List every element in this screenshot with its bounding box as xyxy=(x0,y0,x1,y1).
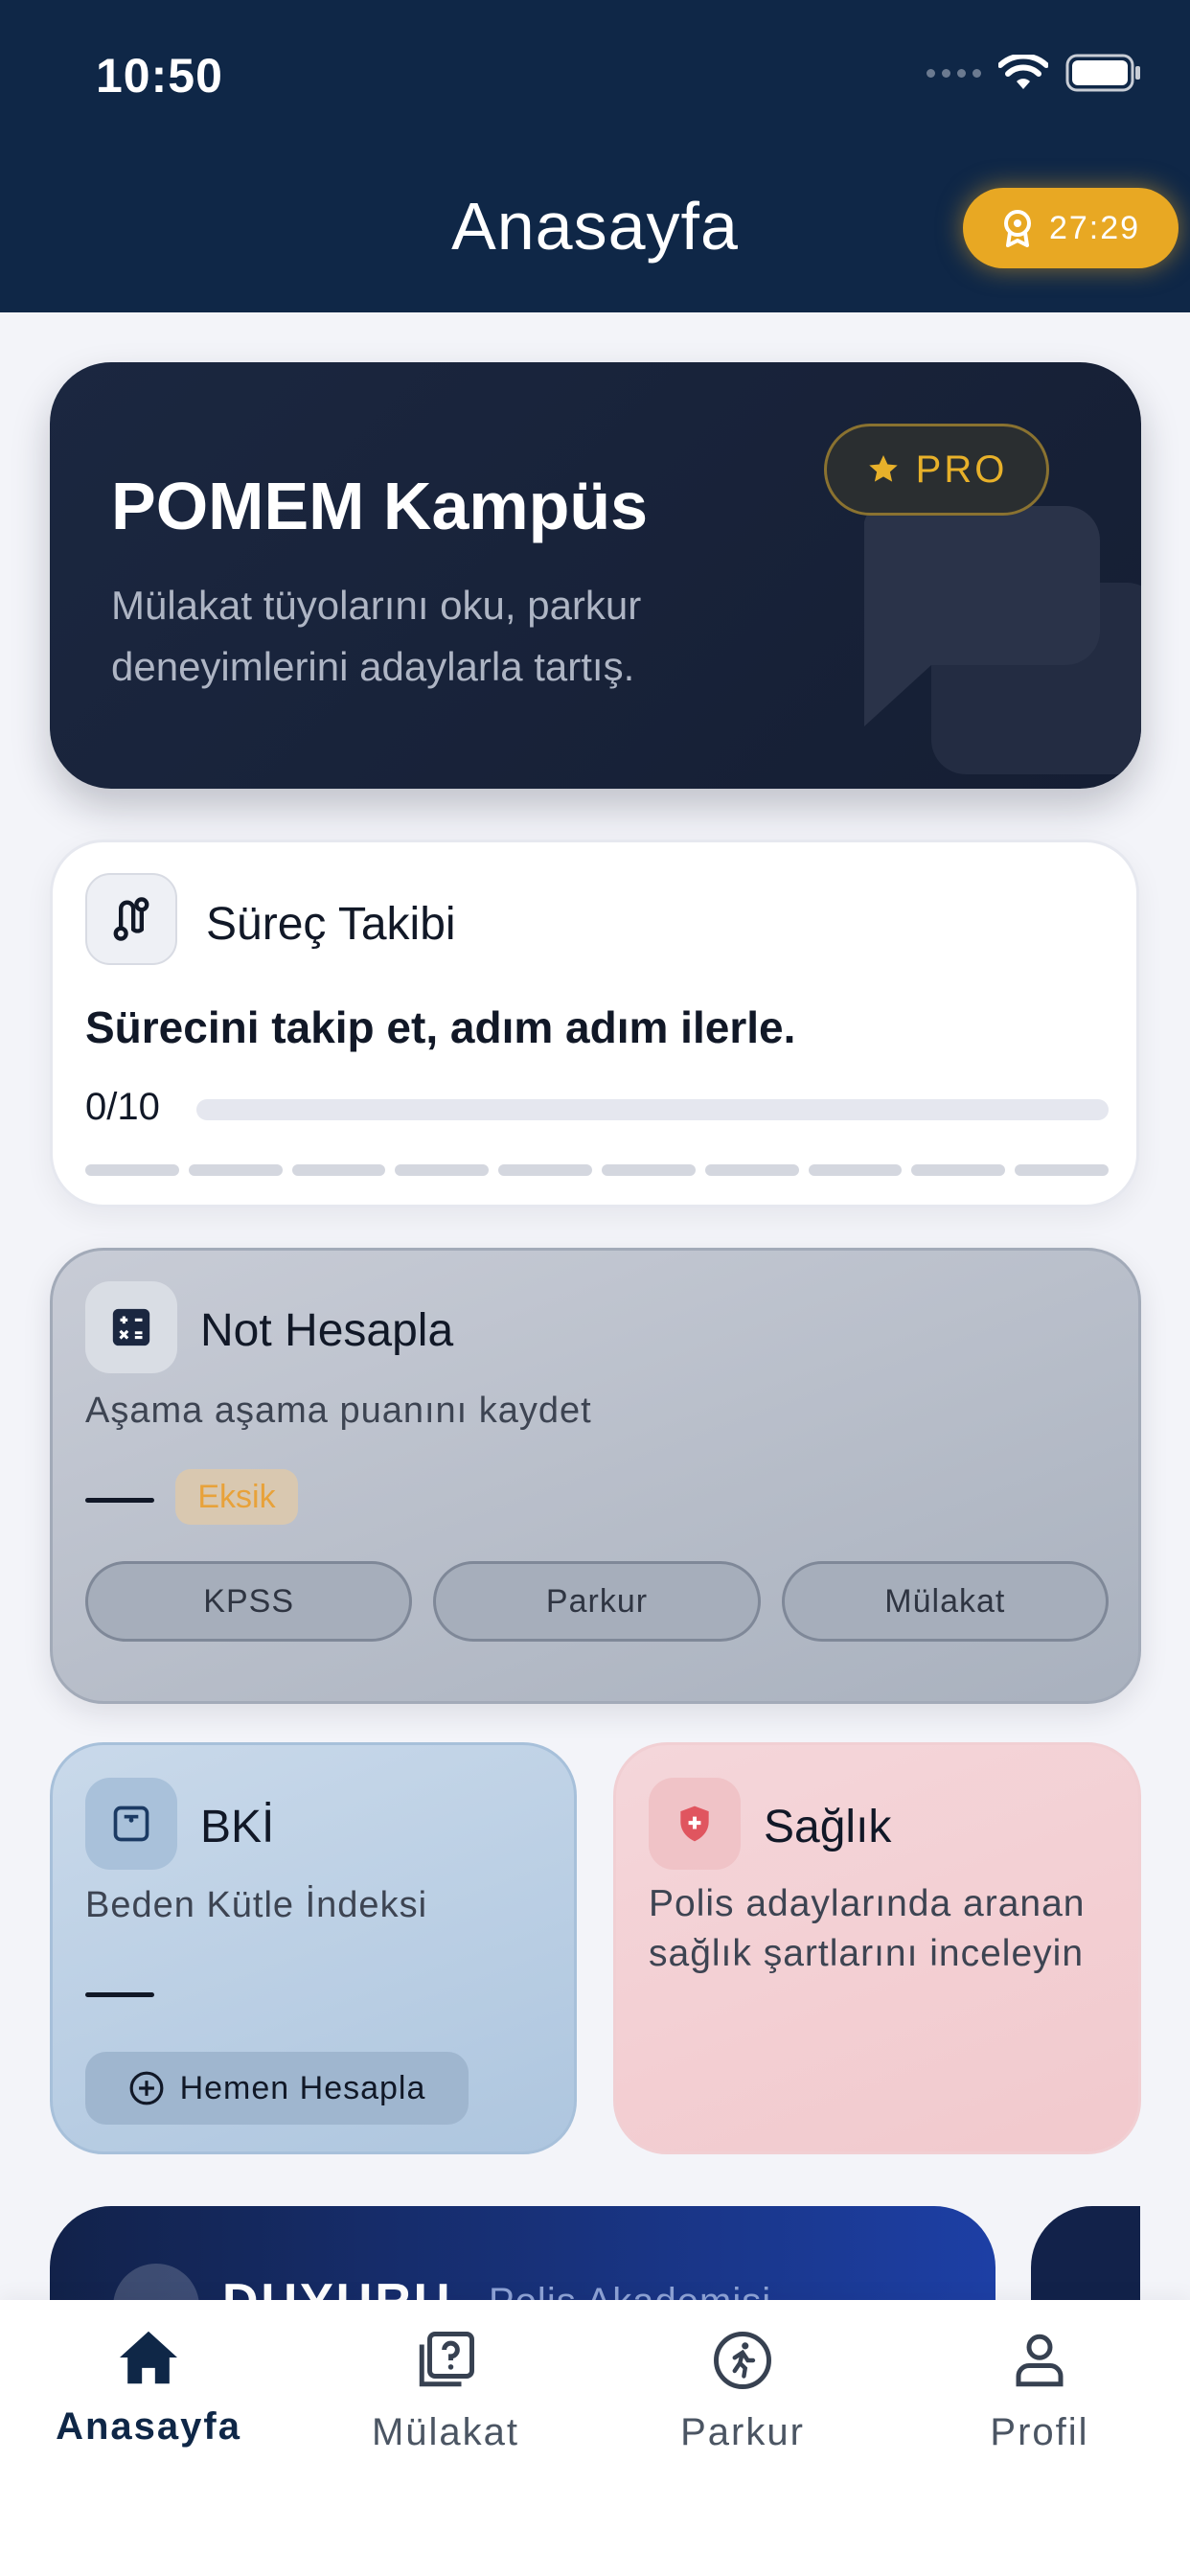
process-count: 0/10 xyxy=(85,1086,160,1128)
process-progress-bar xyxy=(196,1099,1109,1120)
timer-text: 27:29 xyxy=(1048,209,1141,246)
process-step-segment xyxy=(188,1164,283,1176)
health-card[interactable]: Sağlık Polis adaylarında aranan sağlık ş… xyxy=(613,1742,1141,2154)
bmi-title: BKİ xyxy=(200,1802,275,1852)
bmi-subtitle: Beden Kütle İndeksi xyxy=(85,1885,428,1925)
process-step-segment xyxy=(498,1164,592,1176)
pill-kpss[interactable]: KPSS xyxy=(85,1561,413,1642)
grade-subtitle: Aşama aşama puanını kaydet xyxy=(85,1391,592,1431)
process-title: Süreç Takibi xyxy=(206,899,456,950)
tab-label: Mülakat xyxy=(371,2411,520,2453)
status-badge: Eksik xyxy=(175,1469,298,1525)
tab-anasayfa[interactable]: Anasayfa xyxy=(0,2329,297,2449)
process-subtitle: Sürecini takip et, adım adım ilerle. xyxy=(85,1002,796,1052)
bottom-tab-bar: Anasayfa Mülakat Parkur Profil xyxy=(0,2300,1190,2576)
status-time: 10:50 xyxy=(96,49,223,103)
process-step-segment xyxy=(808,1164,903,1176)
award-icon xyxy=(1003,210,1031,247)
home-icon xyxy=(120,2331,177,2384)
pro-label: PRO xyxy=(915,448,1008,491)
calculate-now-label: Hemen Hesapla xyxy=(179,2069,426,2106)
process-step-segment xyxy=(704,1164,799,1176)
bmi-card[interactable]: BKİ Beden Kütle İndeksi Hemen Hesapla xyxy=(50,1742,577,2154)
process-step-segment xyxy=(85,1164,179,1176)
bmi-value-placeholder xyxy=(85,1992,154,1997)
tab-label: Anasayfa xyxy=(56,2405,241,2448)
shield-icon xyxy=(649,1778,741,1870)
grade-stage-pills: KPSS Parkur Mülakat xyxy=(85,1561,1109,1642)
tab-mulakat[interactable]: Mülakat xyxy=(297,2329,594,2454)
grade-value-placeholder xyxy=(85,1498,154,1503)
pill-mulakat[interactable]: Mülakat xyxy=(781,1561,1109,1642)
chat-bubbles-icon xyxy=(864,506,1141,774)
process-tracking-card[interactable]: Süreç Takibi Sürecini takip et, adım adı… xyxy=(50,840,1139,1208)
question-cards-icon xyxy=(419,2332,474,2387)
running-icon xyxy=(714,2332,771,2389)
campus-hero-card[interactable]: POMEM Kampüs Mülakat tüyolarını oku, par… xyxy=(50,362,1141,789)
process-step-segment xyxy=(291,1164,386,1176)
wifi-icon xyxy=(998,55,1048,89)
timer-badge[interactable]: 27:29 xyxy=(963,188,1179,268)
hero-title: POMEM Kampüs xyxy=(111,469,649,543)
tab-label: Parkur xyxy=(680,2411,805,2453)
grade-calculator-card[interactable]: Not Hesapla Aşama aşama puanını kaydet E… xyxy=(50,1248,1141,1704)
pill-parkur[interactable]: Parkur xyxy=(433,1561,761,1642)
plus-circle-icon xyxy=(129,2071,164,2105)
pro-badge[interactable]: PRO xyxy=(824,424,1049,516)
process-step-segment xyxy=(601,1164,696,1176)
calculator-icon xyxy=(85,1281,177,1373)
tab-label: Profil xyxy=(990,2411,1089,2453)
hero-description: Mülakat tüyolarını oku, parkur deneyimle… xyxy=(111,583,642,689)
star-icon xyxy=(868,455,898,482)
tab-profil[interactable]: Profil xyxy=(891,2329,1188,2454)
status-icons xyxy=(927,54,1142,92)
process-steps xyxy=(85,1164,1109,1176)
scale-icon xyxy=(85,1778,177,1870)
cellular-signal-icon xyxy=(927,68,981,78)
person-icon xyxy=(1016,2334,1064,2387)
process-step-segment xyxy=(911,1164,1006,1176)
app-header: 10:50 Anasayfa 27:29 xyxy=(0,0,1190,312)
battery-icon xyxy=(1065,54,1140,92)
process-step-segment xyxy=(395,1164,490,1176)
tab-parkur[interactable]: Parkur xyxy=(594,2329,891,2454)
process-step-segment xyxy=(1015,1164,1109,1176)
route-icon xyxy=(85,873,177,965)
calculate-now-button[interactable]: Hemen Hesapla xyxy=(85,2052,469,2125)
health-subtitle: Polis adaylarında aranan sağlık şartları… xyxy=(649,1883,1086,1974)
health-title: Sağlık xyxy=(764,1802,892,1852)
grade-title: Not Hesapla xyxy=(200,1305,454,1356)
